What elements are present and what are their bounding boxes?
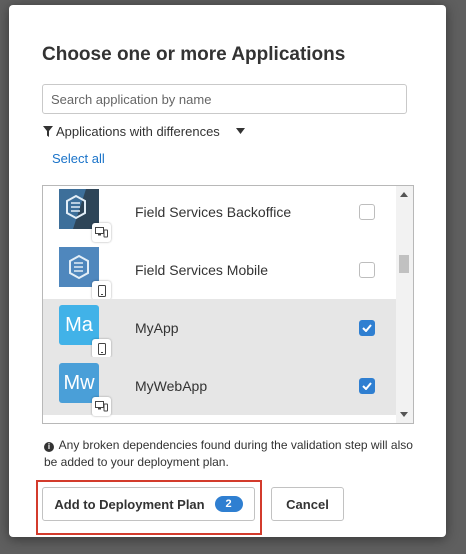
- scroll-down-arrow-icon[interactable]: [400, 412, 408, 417]
- mobile-icon: [92, 281, 111, 300]
- info-text: Any broken dependencies found during the…: [44, 438, 413, 469]
- scroll-thumb[interactable]: [399, 255, 409, 273]
- search-input[interactable]: [42, 84, 407, 114]
- choose-applications-dialog: Choose one or more Applications Applicat…: [9, 5, 446, 537]
- select-all-link[interactable]: Select all: [52, 151, 105, 166]
- list-item[interactable]: Field Services Backoffice: [43, 186, 397, 242]
- list-item[interactable]: Mw MyWebApp: [43, 357, 397, 416]
- desktop-mobile-icon: [92, 397, 111, 416]
- cancel-button[interactable]: Cancel: [271, 487, 344, 521]
- app-checkbox[interactable]: [359, 204, 375, 220]
- app-checkbox[interactable]: [359, 320, 375, 336]
- app-name: Field Services Backoffice: [135, 204, 292, 220]
- app-name: MyWebApp: [135, 378, 208, 394]
- info-icon: i: [44, 442, 54, 452]
- app-checkbox[interactable]: [359, 262, 375, 278]
- dialog-title: Choose one or more Applications: [42, 44, 346, 65]
- scroll-up-arrow-icon[interactable]: [400, 192, 408, 197]
- checkmark-icon: [362, 324, 372, 332]
- list-item[interactable]: Ma MyApp: [43, 299, 397, 358]
- caret-down-icon: [235, 128, 245, 134]
- funnel-icon: [43, 125, 53, 137]
- app-checkbox[interactable]: [359, 378, 375, 394]
- add-to-deployment-plan-button[interactable]: Add to Deployment Plan 2: [42, 487, 255, 521]
- add-button-label: Add to Deployment Plan: [54, 496, 205, 512]
- info-message: i Any broken dependencies found during t…: [44, 437, 414, 471]
- mobile-icon: [92, 339, 111, 358]
- app-name: MyApp: [135, 320, 179, 336]
- checkmark-icon: [362, 382, 372, 390]
- list-item[interactable]: Field Services Mobile: [43, 241, 397, 300]
- applications-list: Field Services Backoffice Field Services…: [42, 185, 414, 424]
- selected-count-badge: 2: [214, 496, 243, 512]
- app-name: Field Services Mobile: [135, 262, 269, 278]
- list-scrollbar[interactable]: [396, 186, 413, 423]
- filter-dropdown[interactable]: Applications with differences: [43, 122, 245, 140]
- filter-label: Applications with differences: [56, 123, 220, 139]
- desktop-mobile-icon: [92, 223, 111, 242]
